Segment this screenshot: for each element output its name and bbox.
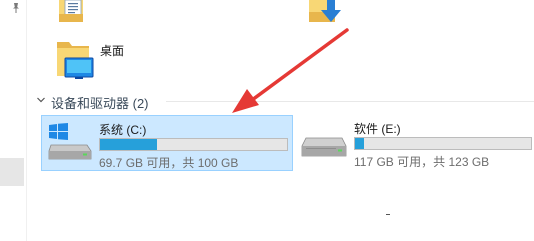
downloads-folder-icon[interactable] (305, 0, 345, 24)
chevron-down-icon[interactable] (36, 95, 46, 105)
drive-tile-e[interactable]: 软件 (E:) 117 GB 可用，共 123 GB (297, 115, 534, 171)
pin-icon[interactable] (10, 2, 22, 14)
group-divider (166, 101, 534, 102)
hard-drive-icon (301, 137, 347, 157)
drive-usage-fill (355, 138, 364, 149)
drive-name: 软件 (E:) (354, 122, 401, 136)
file-explorer-this-pc: 桌面 设备和驱动器 (2) 系统 (C:) 69.7 GB 可用，共 100 G… (0, 0, 534, 241)
drive-usage-bar (99, 138, 288, 151)
documents-folder-icon[interactable] (55, 0, 87, 22)
desktop-folder-label[interactable]: 桌面 (100, 42, 124, 59)
drive-free-space: 117 GB 可用，共 123 GB (354, 155, 490, 169)
drive-free-space: 69.7 GB 可用，共 100 GB (99, 156, 239, 170)
drive-name: 系统 (C:) (99, 123, 147, 137)
navigation-selected-item[interactable] (0, 158, 24, 186)
cursor-mark (386, 214, 390, 215)
desktop-folder-icon[interactable] (55, 38, 95, 80)
windows-drive-icon (48, 123, 92, 160)
drive-usage-bar (354, 137, 532, 150)
devices-and-drives-header[interactable]: 设备和驱动器 (2) (51, 93, 149, 112)
drive-usage-fill (100, 139, 157, 150)
drive-tile-c[interactable]: 系统 (C:) 69.7 GB 可用，共 100 GB (41, 115, 293, 171)
navigation-pane[interactable] (0, 0, 27, 241)
